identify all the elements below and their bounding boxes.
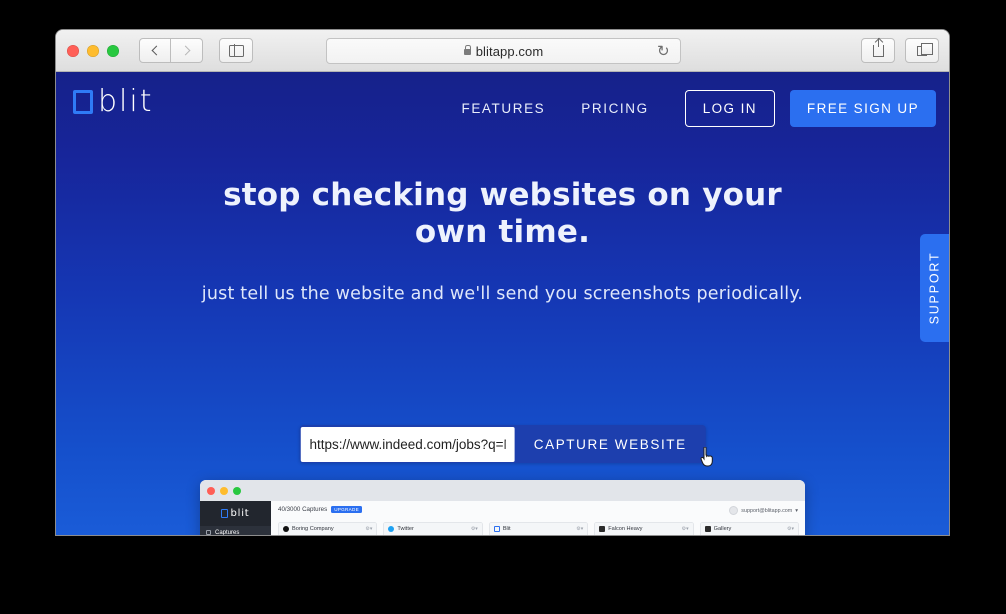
capture-card-header: Twitter ⚙▾ <box>384 523 482 535</box>
preview-body: blit Captures History <box>200 501 805 535</box>
forward-button[interactable] <box>171 38 203 63</box>
support-tab-button[interactable]: SUPPORT <box>920 234 949 342</box>
preview-sidebar-nav: Captures History Account <box>200 526 271 535</box>
minimize-window-button[interactable] <box>87 44 99 57</box>
preview-sidebar-item-captures[interactable]: Captures <box>200 526 271 535</box>
gear-icon[interactable]: ⚙▾ <box>365 526 372 532</box>
avatar <box>729 506 739 515</box>
capture-card[interactable]: Twitter ⚙▾ 🔗 https://twitter.com/tesla <box>383 522 483 535</box>
screen: blitapp.com ↻ blit FEATURES PRICING LOG … <box>0 0 1006 614</box>
address-bar[interactable]: blitapp.com ↻ <box>326 38 681 64</box>
sidebar-icon <box>228 44 244 57</box>
capture-card-header: Gallery ⚙▾ <box>700 523 799 535</box>
nav-item-pricing[interactable]: PRICING <box>581 101 648 116</box>
favicon-icon <box>283 526 289 532</box>
headline-line-1: stop checking websites on your <box>223 177 782 213</box>
preview-capture-counter: 40/3000 Captures UPGRADE <box>278 506 799 514</box>
account-email: support@blitapp.com <box>741 507 793 514</box>
favicon-icon <box>493 526 500 532</box>
browser-toolbar: blitapp.com ↻ <box>56 30 949 72</box>
chevron-down-icon: ▾ <box>795 507 798 514</box>
website-url-input[interactable] <box>300 426 515 462</box>
maximize-window-button[interactable] <box>107 44 119 57</box>
share-button[interactable] <box>861 37 895 63</box>
preview-main-panel: 40/3000 Captures UPGRADE support@blitapp… <box>271 501 805 535</box>
preview-logo: blit <box>200 505 271 521</box>
browser-window: blitapp.com ↻ blit FEATURES PRICING LOG … <box>56 30 949 535</box>
logo-mark-icon <box>73 90 93 114</box>
preview-capture-cards: Boring Company ⚙▾ 🔗 https://www.boringco… <box>278 522 800 535</box>
upgrade-badge[interactable]: UPGRADE <box>331 506 363 514</box>
hero-subtitle: just tell us the website and we'll send … <box>201 284 804 304</box>
lock-icon <box>463 45 472 55</box>
capture-card[interactable]: Boring Company ⚙▾ 🔗 https://www.boringco… <box>278 522 378 535</box>
site-header: blit FEATURES PRICING LOG IN FREE SIGN U… <box>56 72 949 144</box>
capture-card-title: Blit <box>502 526 511 532</box>
sidebar-toggle-button[interactable] <box>219 38 253 63</box>
gear-icon[interactable]: ⚙▾ <box>576 526 583 532</box>
support-tab-label: SUPPORT <box>927 251 942 325</box>
preview-account-menu[interactable]: support@blitapp.com ▾ <box>729 506 798 515</box>
url-text: blitapp.com <box>475 43 544 59</box>
preview-maximize-dot <box>233 486 241 495</box>
site-logo[interactable]: blit <box>73 84 154 119</box>
main-navigation: FEATURES PRICING LOG IN FREE SIGN UP <box>461 90 936 127</box>
capture-website-button[interactable]: CAPTURE WEBSITE <box>514 425 706 463</box>
capture-card-header: Falcon Heavy ⚙▾ <box>595 523 693 535</box>
app-preview-screenshot: blit Captures History <box>200 480 805 535</box>
preview-sidebar-label: Captures <box>215 529 240 536</box>
page-title: stop checking websites on your own time. <box>56 177 949 251</box>
favicon-icon <box>704 526 711 532</box>
capture-card[interactable]: Falcon Heavy ⚙▾ 🔗 http://www.spacex.com/… <box>594 522 694 535</box>
capture-card-title: Boring Company <box>292 526 334 532</box>
preview-window-controls <box>200 480 805 501</box>
navigation-buttons <box>139 38 203 63</box>
gear-icon[interactable]: ⚙▾ <box>471 526 478 532</box>
free-signup-button[interactable]: FREE SIGN UP <box>789 90 936 127</box>
share-icon <box>872 37 884 57</box>
hero-section: stop checking websites on your own time.… <box>56 177 949 304</box>
preview-close-dot <box>207 486 215 495</box>
capture-card-header: Blit ⚙▾ <box>489 523 588 535</box>
capture-card-title: Twitter <box>397 526 414 532</box>
preview-logo-wordmark: blit <box>230 507 250 519</box>
close-window-button[interactable] <box>67 44 79 57</box>
favicon-icon <box>599 526 606 532</box>
back-button[interactable] <box>139 38 171 63</box>
capture-card-header: Boring Company ⚙▾ <box>279 523 377 535</box>
capture-card-title: Gallery <box>713 526 732 532</box>
toolbar-right-buttons <box>861 37 939 63</box>
window-controls <box>67 44 119 57</box>
preview-logo-mark-icon <box>221 508 229 518</box>
headline-line-2: own time. <box>414 214 591 250</box>
gear-icon[interactable]: ⚙▾ <box>787 526 794 532</box>
capture-card-title: Falcon Heavy <box>608 526 643 532</box>
webpage-content: blit FEATURES PRICING LOG IN FREE SIGN U… <box>56 72 949 535</box>
chevron-right-icon <box>180 45 190 56</box>
nav-item-features[interactable]: FEATURES <box>461 101 545 116</box>
capture-card[interactable]: Blit ⚙▾ 🔗 https://blitapp.com <box>488 522 589 535</box>
captures-icon <box>206 530 211 535</box>
tab-overview-button[interactable] <box>905 38 939 63</box>
reload-icon[interactable]: ↻ <box>657 44 672 59</box>
gear-icon[interactable]: ⚙▾ <box>682 526 689 532</box>
logo-wordmark: blit <box>98 84 154 119</box>
chevron-left-icon <box>151 45 162 56</box>
preview-sidebar: blit Captures History <box>200 501 271 535</box>
preview-minimize-dot <box>220 486 228 495</box>
tab-overview-icon <box>917 42 933 56</box>
capture-count-text: 40/3000 Captures <box>278 506 328 514</box>
login-button[interactable]: LOG IN <box>684 90 775 127</box>
capture-form: CAPTURE WEBSITE <box>299 425 706 463</box>
capture-card[interactable]: Gallery ⚙▾ 🔗 http://www.spacex.com/galle… <box>699 522 800 535</box>
favicon-icon <box>388 526 395 532</box>
